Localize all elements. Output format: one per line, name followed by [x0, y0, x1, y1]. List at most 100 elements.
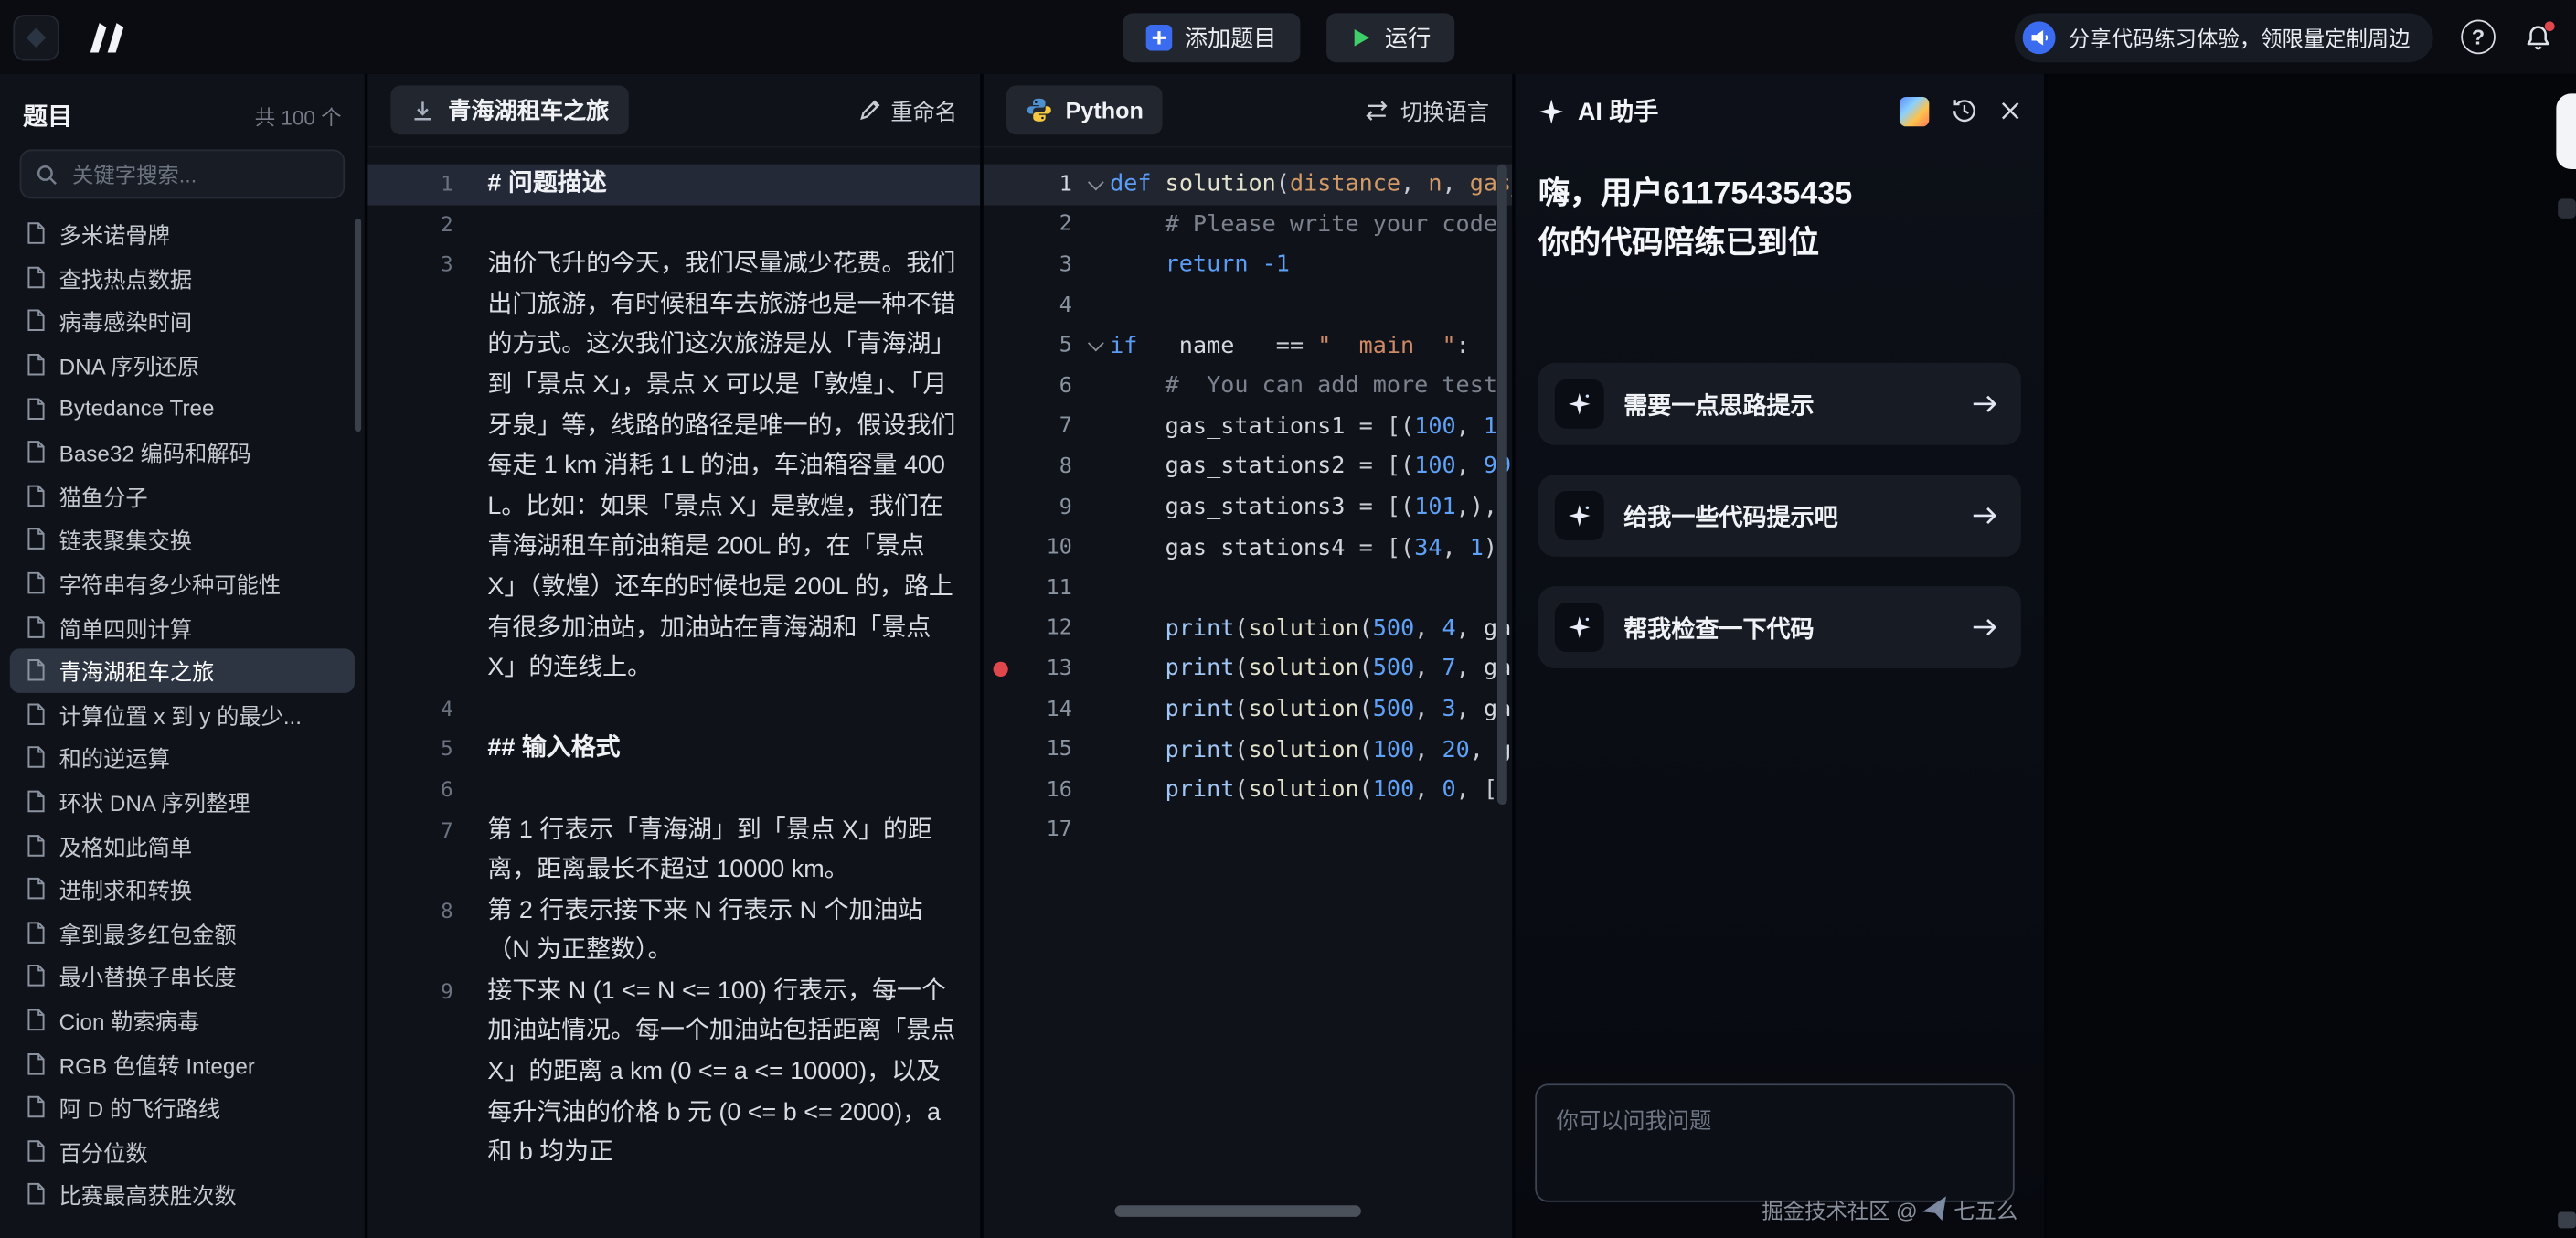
- fold-chevron-icon[interactable]: [1082, 178, 1111, 190]
- line-number[interactable]: 8: [1017, 454, 1072, 479]
- search-input[interactable]: [69, 160, 328, 188]
- document-icon: [27, 397, 47, 420]
- sidebar-problem-item[interactable]: 青海湖租车之旅: [10, 648, 355, 692]
- history-icon[interactable]: [1951, 97, 1979, 125]
- help-icon[interactable]: ?: [2461, 20, 2496, 55]
- search-box[interactable]: [20, 149, 346, 198]
- sidebar-problem-item[interactable]: 百分位数: [10, 1129, 355, 1173]
- code-line[interactable]: 6 # You can add more test cases here: [984, 366, 1512, 406]
- promo-banner[interactable]: 分享代码练习体验，领限量定制周边: [2015, 12, 2433, 61]
- line-number[interactable]: 16: [1017, 778, 1072, 803]
- ai-chat-input[interactable]: [1535, 1083, 2014, 1201]
- code-line[interactable]: 15 print(solution(100, 20, gas_stations4…: [984, 730, 1512, 770]
- code-line[interactable]: 2 # Please write your code here: [984, 205, 1512, 245]
- sidebar-problem-item[interactable]: 链表聚集交换: [10, 518, 355, 561]
- theme-gradient-icon[interactable]: [1900, 96, 1929, 125]
- line-number[interactable]: 13: [1017, 656, 1072, 681]
- line-number[interactable]: 9: [1017, 496, 1072, 520]
- run-button[interactable]: 运行: [1325, 12, 1453, 61]
- code-line[interactable]: 17: [984, 810, 1512, 850]
- sidebar-problem-item[interactable]: RGB 色值转 Integer: [10, 1041, 355, 1085]
- code-line[interactable]: 1 def solution(distance, n, gas_stations…: [984, 165, 1512, 205]
- code-line[interactable]: 13 print(solution(500, 7, gas_stations2)…: [984, 649, 1512, 689]
- sidebar-problem-item[interactable]: 简单四则计算: [10, 605, 355, 649]
- sidebar-problem-item[interactable]: DNA 序列还原: [10, 343, 355, 387]
- logo-diamond-icon: [27, 27, 47, 48]
- sidebar-problem-item[interactable]: 查找热点数据: [10, 255, 355, 299]
- edge-widget-bottom[interactable]: [2558, 1211, 2576, 1228]
- code-line[interactable]: 16 print(solution(100, 0, []) == "Imposs…: [984, 770, 1512, 810]
- line-number[interactable]: 4: [1017, 293, 1072, 318]
- sidebar-problem-item[interactable]: 进制求和转换: [10, 867, 355, 911]
- line-number[interactable]: 11: [1017, 576, 1072, 601]
- code-line[interactable]: 5 if __name__ == "__main__":: [984, 326, 1512, 366]
- code-line[interactable]: 11: [984, 568, 1512, 608]
- ai-suggestion-card[interactable]: 需要一点思路提示: [1538, 363, 2021, 445]
- sidebar-problem-item[interactable]: 及格如此简单: [10, 823, 355, 867]
- line-number[interactable]: 3: [1017, 253, 1072, 278]
- line-number[interactable]: 5: [1017, 334, 1072, 358]
- edge-floating-panel[interactable]: [2556, 93, 2576, 169]
- sidebar-problem-item[interactable]: Cion 勒索病毒: [10, 998, 355, 1041]
- code-area[interactable]: 1 def solution(distance, n, gas_stations…: [984, 148, 1512, 1238]
- markdown-line[interactable]: 8 第 2 行表示接下来 N 行表示 N 个加油站（N 为正整数）。: [367, 891, 980, 972]
- line-number[interactable]: 12: [1017, 616, 1072, 641]
- sidebar-problem-item[interactable]: Bytedance Tree: [10, 387, 355, 431]
- problem-title-chip[interactable]: 青海湖租车之旅: [390, 85, 628, 134]
- code-line[interactable]: 12 print(solution(500, 4, gas_stations1)…: [984, 608, 1512, 648]
- marscode-logo[interactable]: [85, 20, 128, 53]
- sidebar-problem-item[interactable]: 比赛最高获胜次数: [10, 1172, 355, 1216]
- line-number[interactable]: 6: [1017, 374, 1072, 399]
- code-line[interactable]: 9 gas_stations3 = [(101,), (100, 100), (…: [984, 487, 1512, 528]
- markdown-line[interactable]: 2: [367, 205, 980, 245]
- notification-bell-icon[interactable]: [2523, 22, 2552, 51]
- markdown-line[interactable]: 1 # 问题描述: [367, 165, 980, 205]
- code-line[interactable]: 3 return -1: [984, 245, 1512, 285]
- sidebar-problem-item[interactable]: 拿到最多红包金额: [10, 911, 355, 955]
- line-number[interactable]: 2: [1017, 212, 1072, 237]
- sidebar-problem-item[interactable]: 阿 D 的飞行路线: [10, 1085, 355, 1129]
- sidebar-problem-item[interactable]: 多米诺骨牌: [10, 212, 355, 256]
- sidebar-problem-item[interactable]: 最小替换子串长度: [10, 955, 355, 998]
- markdown-line[interactable]: 7 第 1 行表示「青海湖」到「景点 X」的距离，距离最长不超过 10000 k…: [367, 810, 980, 891]
- code-line[interactable]: 8 gas_stations2 = [(100, 999), (150, 888…: [984, 447, 1512, 487]
- sidebar-problem-item[interactable]: 和的逆运算: [10, 736, 355, 780]
- sidebar-problem-item[interactable]: 字符串有多少种可能性: [10, 561, 355, 605]
- line-number[interactable]: 14: [1017, 697, 1072, 721]
- code-line[interactable]: 14 print(solution(500, 3, gas_stations3)…: [984, 689, 1512, 730]
- horizontal-scrollbar[interactable]: [1114, 1205, 1360, 1217]
- code-line[interactable]: 7 gas_stations1 = [(100, 1), (200, 30), …: [984, 407, 1512, 447]
- add-problem-button[interactable]: 添加题目: [1123, 12, 1300, 61]
- problem-content[interactable]: 1 # 问题描述 2 3 油价飞升的今天，我们尽量减少花费。我们出门旅游，有时候…: [367, 148, 980, 1238]
- breakpoint-dot[interactable]: [994, 662, 1017, 677]
- markdown-line[interactable]: 3 油价飞升的今天，我们尽量减少花费。我们出门旅游，有时候租车去旅游也是一种不错…: [367, 245, 980, 689]
- line-number[interactable]: 10: [1017, 536, 1072, 560]
- markdown-text: 油价飞升的今天，我们尽量减少花费。我们出门旅游，有时候租车去旅游也是一种不错的方…: [487, 245, 955, 689]
- language-chip[interactable]: Python: [1006, 85, 1163, 134]
- line-number[interactable]: 7: [1017, 414, 1072, 439]
- sidebar-problem-item[interactable]: 猫鱼分子: [10, 474, 355, 518]
- vertical-scrollbar[interactable]: [1497, 165, 1507, 805]
- line-number[interactable]: 1: [1017, 172, 1072, 197]
- line-number[interactable]: 17: [1017, 818, 1072, 843]
- sidebar-problem-item[interactable]: 环状 DNA 序列整理: [10, 780, 355, 824]
- sidebar-problem-item[interactable]: 计算位置 x 到 y 的最少...: [10, 692, 355, 736]
- ai-suggestion-card[interactable]: 给我一些代码提示吧: [1538, 475, 2021, 557]
- edge-widget-top[interactable]: [2558, 198, 2576, 219]
- fold-chevron-icon[interactable]: [1082, 340, 1111, 352]
- code-line[interactable]: 4: [984, 285, 1512, 326]
- markdown-line[interactable]: 9 接下来 N (1 <= N <= 100) 行表示，每一个加油站情况。每一个…: [367, 972, 980, 1174]
- ai-suggestion-card[interactable]: 帮我检查一下代码: [1538, 586, 2021, 668]
- close-icon[interactable]: [2000, 101, 2021, 122]
- line-number[interactable]: 15: [1017, 738, 1072, 763]
- app-logo[interactable]: [13, 14, 59, 59]
- markdown-line[interactable]: 4: [367, 689, 980, 730]
- markdown-line[interactable]: 5 ## 输入格式: [367, 730, 980, 770]
- sidebar-problem-item[interactable]: Base32 编码和解码: [10, 430, 355, 474]
- rename-button[interactable]: 重命名: [857, 93, 957, 126]
- code-line[interactable]: 10 gas_stations4 = [(34, 1), (105, 9), (…: [984, 528, 1512, 568]
- markdown-line[interactable]: 6: [367, 770, 980, 810]
- sidebar-scrollbar[interactable]: [355, 219, 361, 432]
- sidebar-problem-item[interactable]: 病毒感染时间: [10, 299, 355, 343]
- switch-language-button[interactable]: 切换语言: [1364, 93, 1488, 126]
